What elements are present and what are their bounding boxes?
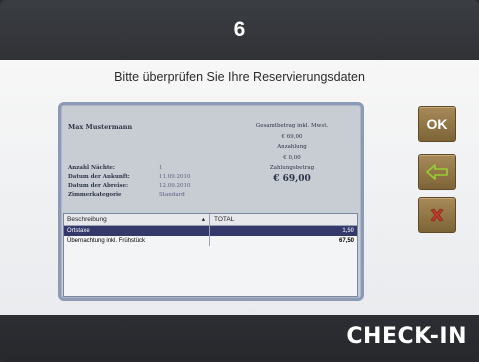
reservation-details: Anzahl Nächte: 1 Datum der Ankunft: 11.0… [68,163,191,199]
detail-value: 1 [159,164,163,171]
detail-label: Zimmerkategorie [68,191,122,198]
column-header-description[interactable]: Beschreibung ▴ [64,214,210,225]
detail-value: Standard [159,191,185,198]
charges-table: Beschreibung ▴ TOTAL Ortstaxe 1,50 Übern… [63,213,358,297]
back-button[interactable] [418,154,456,190]
payment-value: € 69,00 [273,173,311,184]
page-title: Bitte überprüfen Sie Ihre Reservierungsd… [114,70,365,84]
kiosk-frame: 6 Bitte überprüfen Sie Ihre Reservierung… [0,0,479,362]
payment-label: Zahlungsbetrag [269,165,315,171]
checkin-label: CHECK-IN [346,324,467,349]
close-x-icon [430,208,444,222]
guest-name: Max Mustermann [68,123,133,131]
detail-label: Datum der Ankunft: [68,173,130,180]
reservation-panel: Max Mustermann Gesamtbetrag inkl. Mwst. … [58,102,364,301]
row-description: Ortstaxe [64,226,210,236]
deposit-label: Anzahlung [277,144,307,150]
row-total: 67,50 [338,238,354,244]
total-label: Gesamtbetrag inkl. Mwst. [255,123,329,129]
detail-value: 11.09.2010 [159,173,191,180]
ok-button[interactable]: OK [418,106,456,142]
sort-indicator-icon: ▴ [201,216,205,223]
table-row[interactable]: Übernachtung inkl. Frühstück 67,50 [64,236,357,246]
detail-row-departure: Datum der Abreise: 12.09.2010 [68,181,191,190]
detail-row-room-category: Zimmerkategorie Standard [68,190,191,199]
table-header: Beschreibung ▴ TOTAL [64,214,357,226]
total-value: € 69,00 [281,133,303,140]
row-total: 1,50 [342,228,354,234]
deposit-value: € 0,00 [283,154,301,161]
column-header-total[interactable]: TOTAL [210,214,234,225]
ok-label: OK [426,116,448,132]
table-row[interactable]: Ortstaxe 1,50 [64,226,357,236]
detail-row-arrival: Datum der Ankunft: 11.09.2010 [68,172,191,181]
row-description: Übernachtung inkl. Frühstück [64,236,210,246]
content-screen: Bitte überprüfen Sie Ihre Reservierungsd… [0,60,479,315]
arrow-left-icon [426,164,448,180]
detail-label: Anzahl Nächte: [68,164,115,171]
step-number: 6 [233,18,246,41]
detail-value: 12.09.2010 [159,182,191,189]
amount-summary: Gesamtbetrag inkl. Mwst. € 69,00 Anzahlu… [233,121,351,184]
header-bar: 6 [0,0,479,60]
detail-label: Datum der Abreise: [68,182,128,189]
detail-row-nights: Anzahl Nächte: 1 [68,163,191,172]
cancel-button[interactable] [418,197,456,233]
footer-bar: CHECK-IN [0,315,479,362]
